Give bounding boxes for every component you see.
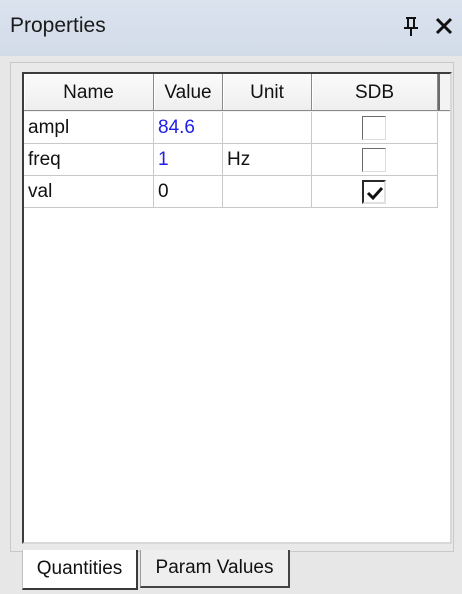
sdb-checkbox[interactable] [362, 148, 386, 172]
property-grid: Name Value Unit SDB ampl 84.6 freq 1 Hz [22, 72, 452, 544]
close-button[interactable] [432, 12, 456, 38]
column-header-name[interactable]: Name [24, 74, 154, 111]
pin-icon [404, 17, 418, 36]
panel-title: Properties [10, 14, 106, 37]
table-row[interactable]: ampl 84.6 [24, 112, 438, 144]
title-bar: Properties [0, 0, 462, 56]
row-value[interactable]: 1 [154, 144, 223, 176]
sdb-checkbox[interactable] [362, 180, 386, 204]
row-name[interactable]: val [24, 176, 154, 208]
row-unit[interactable] [223, 176, 312, 208]
close-icon [435, 17, 453, 35]
row-name[interactable]: freq [24, 144, 154, 176]
column-header-sdb[interactable]: SDB [312, 74, 438, 111]
grid-header: Name Value Unit SDB [24, 74, 450, 112]
row-sdb-cell [312, 112, 438, 144]
column-header-value[interactable]: Value [154, 74, 223, 111]
table-row[interactable]: val 0 [24, 176, 438, 208]
table-row[interactable]: freq 1 Hz [24, 144, 438, 176]
tab-param-values[interactable]: Param Values [140, 550, 290, 588]
row-value[interactable]: 0 [154, 176, 223, 208]
row-unit[interactable]: Hz [223, 144, 312, 176]
row-unit[interactable] [223, 112, 312, 144]
sdb-checkbox[interactable] [362, 116, 386, 140]
row-sdb-cell [312, 144, 438, 176]
column-header-unit[interactable]: Unit [223, 74, 312, 111]
row-name[interactable]: ampl [24, 112, 154, 144]
row-value[interactable]: 84.6 [154, 112, 223, 144]
checkmark-icon [366, 186, 384, 201]
column-resize-handle[interactable] [438, 74, 450, 111]
tab-quantities[interactable]: Quantities [22, 550, 138, 590]
row-sdb-cell [312, 176, 438, 208]
pin-button[interactable] [400, 14, 422, 38]
properties-panel: Properties Name Value Unit SDB ampl 84.6… [0, 0, 462, 594]
